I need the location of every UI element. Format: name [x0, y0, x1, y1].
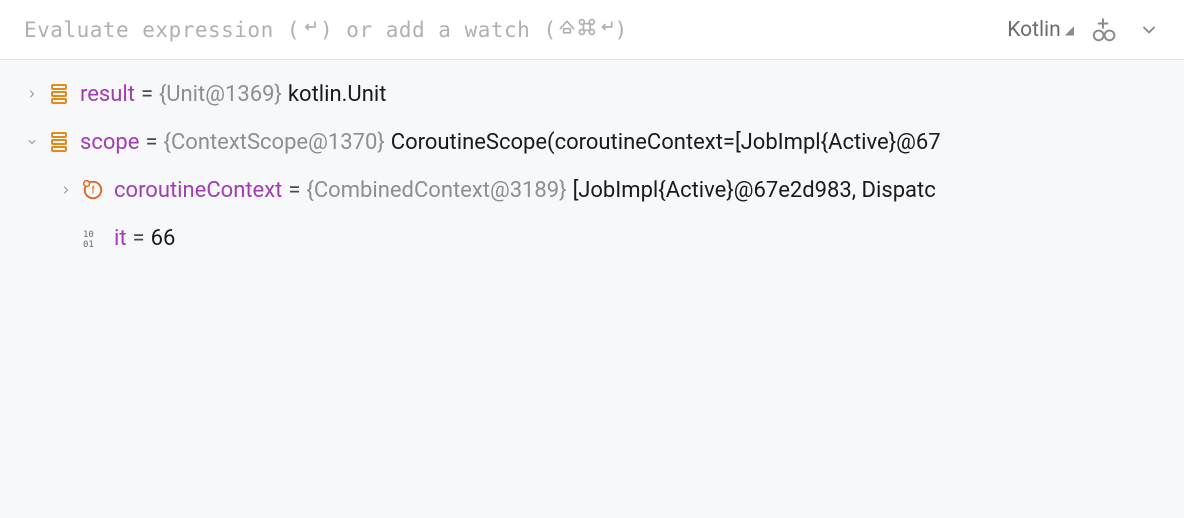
debugger-topbar: Evaluate expression ( ) or add a watch (: [0, 0, 1184, 60]
equals-sign: =: [282, 178, 306, 203]
object-icon: [44, 131, 74, 153]
triangle-up-icon: ◢: [1065, 23, 1074, 37]
placeholder-part2: ) or add a watch (: [320, 18, 557, 42]
variable-value: CoroutineScope(coroutineContext=[JobImpl…: [391, 130, 941, 155]
variable-row[interactable]: 10 01 it = 66: [0, 214, 1184, 262]
variable-value: 66: [151, 226, 176, 251]
shift-cmd-enter-key-icon: [557, 17, 615, 43]
svg-text:10: 10: [83, 230, 94, 240]
svg-text:f: f: [91, 185, 95, 197]
variables-panel: result = {Unit@1369} kotlin.Unit scope =…: [0, 60, 1184, 262]
primitive-icon: 10 01: [78, 228, 108, 248]
equals-sign: =: [135, 82, 159, 107]
expand-chevron-button[interactable]: [1132, 13, 1166, 47]
evaluate-expression-input[interactable]: Evaluate expression ( ) or add a watch (: [24, 17, 995, 43]
variable-row[interactable]: scope = {ContextScope@1370} CoroutineSco…: [0, 118, 1184, 166]
placeholder-part1: Evaluate expression (: [24, 18, 300, 42]
svg-text:01: 01: [83, 240, 94, 248]
language-label: Kotlin: [1007, 18, 1061, 42]
variable-name: coroutineContext: [114, 178, 282, 203]
variable-row[interactable]: result = {Unit@1369} kotlin.Unit: [0, 70, 1184, 118]
variable-type: {CombinedContext@3189}: [306, 178, 566, 203]
variable-row[interactable]: f coroutineContext = {CombinedContext@31…: [0, 166, 1184, 214]
variable-type: {ContextScope@1370}: [164, 130, 385, 155]
equals-sign: =: [139, 130, 163, 155]
object-icon: [44, 83, 74, 105]
variable-value: [JobImpl{Active}@67e2d983, Dispatc: [573, 178, 936, 203]
enter-key-icon: [300, 17, 320, 43]
field-icon: f: [78, 179, 108, 201]
equals-sign: =: [127, 226, 151, 251]
chevron-right-icon[interactable]: [20, 88, 44, 100]
variable-name: it: [114, 226, 127, 251]
variable-name: result: [80, 82, 135, 107]
variable-type: {Unit@1369}: [159, 82, 282, 107]
variable-name: scope: [80, 130, 139, 155]
chevron-right-icon[interactable]: [54, 184, 78, 196]
placeholder-part3: ): [615, 18, 628, 42]
variable-value: kotlin.Unit: [288, 82, 387, 107]
language-selector[interactable]: Kotlin ◢: [1007, 18, 1074, 42]
chevron-down-icon[interactable]: [20, 136, 44, 148]
add-watch-button[interactable]: [1086, 13, 1120, 47]
